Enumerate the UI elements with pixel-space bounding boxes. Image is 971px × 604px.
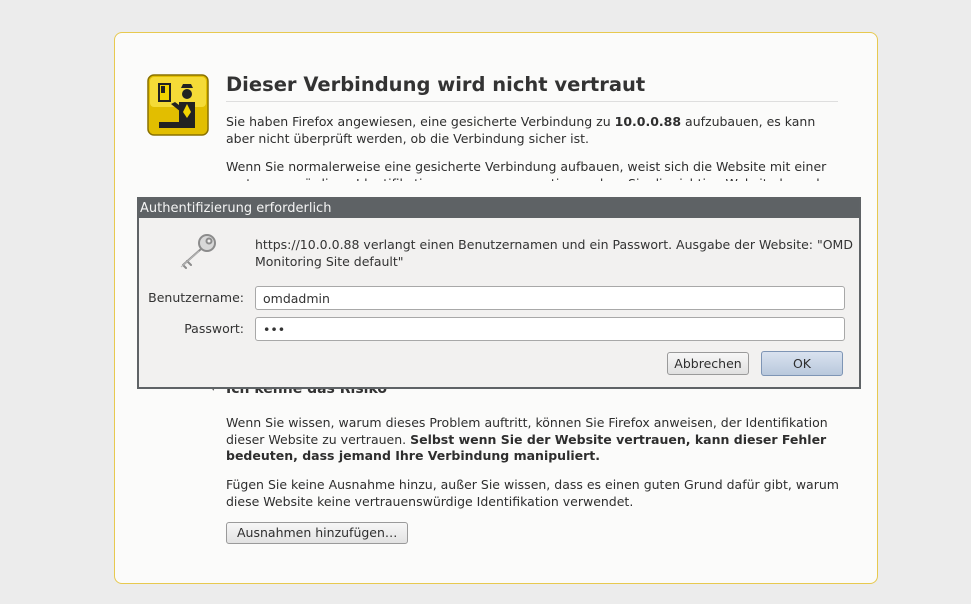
cancel-button[interactable]: Abbrechen <box>667 352 749 375</box>
key-icon <box>180 234 216 269</box>
exception-advice-paragraph: Fügen Sie keine Ausnahme hinzu, außer Si… <box>226 477 839 509</box>
certificate-warning-icon <box>147 74 209 136</box>
auth-dialog: Authentifizierung erforderlich https://1… <box>137 197 861 389</box>
auth-message: https://10.0.0.88 verlangt einen Benutze… <box>255 237 853 269</box>
password-label: Passwort: <box>184 321 244 336</box>
risk-paragraph: Wenn Sie wissen, warum dieses Problem au… <box>226 415 846 465</box>
dialog-title[interactable]: Authentifizierung erforderlich <box>139 199 859 218</box>
username-input[interactable] <box>255 286 845 310</box>
password-input[interactable] <box>255 317 845 341</box>
ok-button[interactable]: OK <box>761 351 843 376</box>
username-label: Benutzername: <box>148 290 244 305</box>
explanation-paragraph: Wenn Sie normalerweise eine gesicherte V… <box>226 159 846 181</box>
intro-text-prefix: Sie haben Firefox angewiesen, eine gesic… <box>226 114 615 129</box>
explanation-text: Wenn Sie normalerweise eine gesicherte V… <box>226 159 844 181</box>
host-address: 10.0.0.88 <box>614 114 682 129</box>
intro-paragraph: Sie haben Firefox angewiesen, eine gesic… <box>226 114 846 147</box>
page-title: Dieser Verbindung wird nicht vertraut <box>226 73 838 102</box>
add-exception-button[interactable]: Ausnahmen hinzufügen… <box>226 522 409 544</box>
